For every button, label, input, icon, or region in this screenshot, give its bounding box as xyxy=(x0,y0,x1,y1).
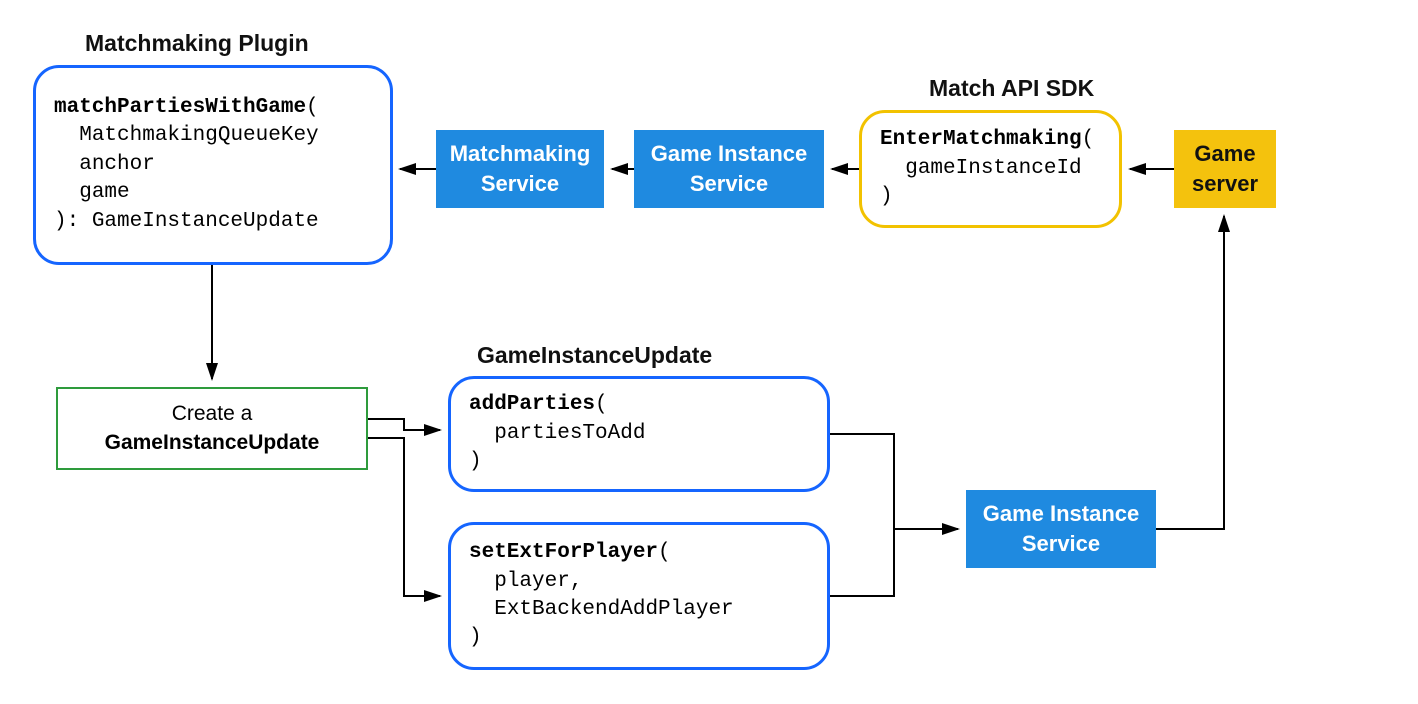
matchmaking-plugin-label: Matchmaking Plugin xyxy=(85,30,309,57)
code-text: addParties( partiesToAdd ) xyxy=(469,391,809,476)
code-text: setExtForPlayer( player, ExtBackendAddPl… xyxy=(469,539,809,652)
arrow-create-to-setext xyxy=(368,438,440,596)
matchmaking-service-node: Matchmaking Service xyxy=(436,130,604,208)
node-text: Matchmaking Service xyxy=(436,139,604,198)
node-text: Game Instance Service xyxy=(634,139,824,198)
game-server-node: Game server xyxy=(1174,130,1276,208)
arrow-create-to-addparties xyxy=(368,419,440,430)
arrow-gis-to-gameserver xyxy=(1156,216,1224,529)
game-instance-update-label: GameInstanceUpdate xyxy=(477,342,712,369)
code-text: EnterMatchmaking( gameInstanceId ) xyxy=(880,126,1101,211)
arrow-setext-to-gis xyxy=(830,529,894,596)
set-ext-node: setExtForPlayer( player, ExtBackendAddPl… xyxy=(448,522,830,670)
match-api-sdk-label: Match API SDK xyxy=(929,75,1094,102)
game-instance-service-top-node: Game Instance Service xyxy=(634,130,824,208)
code-text: matchPartiesWithGame( MatchmakingQueueKe… xyxy=(54,94,372,236)
create-giu-line2: GameInstanceUpdate xyxy=(58,429,366,457)
node-text: Game Instance Service xyxy=(966,499,1156,558)
node-text: Game server xyxy=(1174,139,1276,198)
game-instance-service-bottom-node: Game Instance Service xyxy=(966,490,1156,568)
create-giu-node: Create a GameInstanceUpdate xyxy=(56,387,368,470)
match-parties-node: matchPartiesWithGame( MatchmakingQueueKe… xyxy=(33,65,393,265)
create-giu-line1: Create a xyxy=(58,400,366,428)
arrow-addparties-to-gis xyxy=(830,434,958,529)
enter-matchmaking-node: EnterMatchmaking( gameInstanceId ) xyxy=(859,110,1122,228)
add-parties-node: addParties( partiesToAdd ) xyxy=(448,376,830,492)
